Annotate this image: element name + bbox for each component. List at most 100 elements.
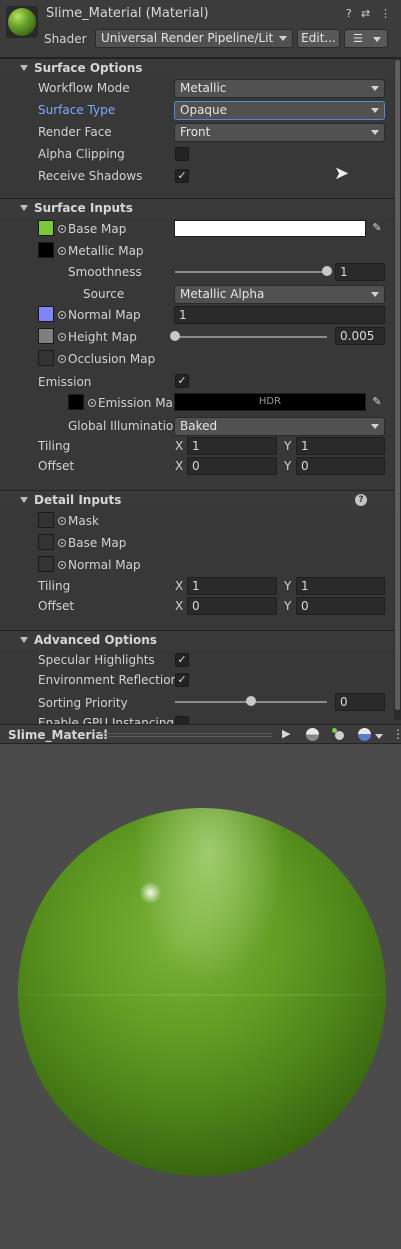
- sorting-priority-value-field[interactable]: 0: [335, 693, 385, 711]
- receive-shadows-label: Receive Shadows: [38, 169, 143, 183]
- section-title: Surface Options: [34, 61, 143, 75]
- gpu-instancing-label: Enable GPU Instancing: [38, 716, 175, 724]
- smoothness-slider-handle[interactable]: [322, 266, 332, 276]
- tiling-x-label: X: [175, 439, 184, 453]
- height-value-field[interactable]: 0.005: [335, 327, 385, 345]
- source-dropdown[interactable]: Metallic Alpha: [174, 285, 385, 304]
- environment-reflections-checkbox[interactable]: ✓: [175, 673, 189, 687]
- foldout-arrow-icon: [20, 65, 28, 71]
- more-options-icon[interactable]: ⋮: [392, 727, 401, 741]
- receive-shadows-checkbox[interactable]: ✓: [175, 169, 189, 183]
- shader-dropdown[interactable]: Universal Render Pipeline/Lit: [95, 29, 293, 48]
- edit-shader-button[interactable]: Edit...: [297, 29, 340, 48]
- object-picker-icon[interactable]: [58, 355, 66, 363]
- specular-highlights-label: Specular Highlights: [38, 653, 155, 667]
- height-map-texture-slot[interactable]: [38, 328, 54, 344]
- surface-type-dropdown[interactable]: Opaque: [174, 101, 385, 120]
- detail-tiling-x-label: X: [175, 579, 184, 593]
- help-icon[interactable]: ?: [346, 7, 352, 20]
- preview-toolbar: Slime_Material ▶ ⋮: [0, 724, 401, 744]
- help-icon[interactable]: ?: [355, 494, 367, 506]
- shader-label: Shader: [44, 32, 87, 46]
- more-options-icon[interactable]: ⋮: [380, 7, 391, 20]
- detail-tiling-x-field[interactable]: 1: [187, 577, 277, 595]
- sphere-mesh-icon[interactable]: [306, 728, 319, 741]
- offset-y-field[interactable]: 0: [296, 457, 385, 475]
- global-illumination-value: Baked: [180, 419, 218, 433]
- gpu-instancing-row: Enable GPU Instancing: [0, 712, 394, 724]
- surface-options-foldout[interactable]: Surface Options: [0, 58, 394, 78]
- detail-inputs-foldout[interactable]: Detail Inputs: [0, 490, 394, 510]
- smoothness-value-field[interactable]: 1: [335, 263, 385, 281]
- chevron-down-icon: [279, 36, 287, 41]
- skybox-icon[interactable]: [358, 728, 371, 741]
- surface-inputs-foldout[interactable]: Surface Inputs: [0, 198, 394, 218]
- specular-highlights-checkbox[interactable]: ✓: [175, 653, 189, 667]
- height-slider-handle[interactable]: [170, 331, 180, 341]
- play-icon[interactable]: ▶: [282, 727, 290, 740]
- tiling-y-label: Y: [284, 439, 292, 453]
- tiling-y-field[interactable]: 1: [296, 437, 385, 455]
- object-picker-icon[interactable]: [58, 561, 66, 569]
- emission-map-texture-slot[interactable]: [68, 394, 84, 410]
- material-thumbnail: [6, 6, 38, 38]
- object-picker-icon[interactable]: [58, 247, 66, 255]
- eyedropper-icon[interactable]: ✎: [369, 220, 385, 236]
- sorting-priority-label: Sorting Priority: [38, 696, 128, 710]
- presets-icon[interactable]: ⇄: [361, 7, 370, 20]
- emission-hdr-color-field[interactable]: HDR: [174, 393, 366, 411]
- object-picker-icon[interactable]: [58, 311, 66, 319]
- detail-base-map-label: Base Map: [68, 536, 127, 550]
- object-picker-icon[interactable]: [58, 539, 66, 547]
- gpu-instancing-checkbox[interactable]: [175, 716, 189, 724]
- offset-label: Offset: [38, 459, 75, 473]
- base-map-color-field[interactable]: [174, 220, 366, 237]
- light-toggle-icon[interactable]: [332, 728, 346, 742]
- sphere-reflection-band: [18, 994, 386, 996]
- occlusion-map-texture-slot[interactable]: [38, 350, 54, 366]
- detail-normal-map-texture-slot[interactable]: [38, 556, 54, 572]
- chevron-down-icon: [371, 424, 379, 429]
- emission-map-label: Emission Map: [98, 396, 181, 410]
- object-picker-icon[interactable]: [58, 517, 66, 525]
- metallic-map-texture-slot[interactable]: [38, 242, 54, 258]
- workflow-mode-dropdown[interactable]: Metallic: [174, 79, 385, 98]
- normal-map-texture-slot[interactable]: [38, 306, 54, 322]
- tiling-x-field[interactable]: 1: [187, 437, 277, 455]
- list-icon: ☰: [353, 32, 363, 45]
- detail-mask-texture-slot[interactable]: [38, 512, 54, 528]
- detail-offset-y-label: Y: [284, 599, 292, 613]
- detail-base-map-texture-slot[interactable]: [38, 534, 54, 550]
- render-face-value: Front: [180, 125, 211, 139]
- emission-checkbox[interactable]: ✓: [175, 374, 189, 388]
- global-illumination-dropdown[interactable]: Baked: [174, 417, 385, 436]
- sorting-priority-slider-handle[interactable]: [246, 696, 256, 706]
- section-title: Advanced Options: [34, 633, 157, 647]
- material-preview-viewport[interactable]: [0, 744, 401, 1249]
- detail-tiling-label: Tiling: [38, 579, 71, 593]
- object-picker-icon[interactable]: [88, 399, 96, 407]
- advanced-options-foldout[interactable]: Advanced Options: [0, 630, 394, 650]
- preview-drag-handle[interactable]: [100, 733, 272, 737]
- scrollbar-thumb[interactable]: [395, 60, 400, 710]
- normal-map-scale-field[interactable]: 1: [174, 306, 385, 324]
- detail-tiling-y-label: Y: [284, 579, 292, 593]
- base-map-texture-slot[interactable]: [38, 220, 54, 236]
- chevron-down-icon[interactable]: [375, 734, 383, 739]
- render-face-dropdown[interactable]: Front: [174, 123, 385, 142]
- shader-menu-button[interactable]: ☰: [344, 29, 388, 48]
- detail-offset-y-field[interactable]: 0: [296, 597, 385, 615]
- detail-offset-x-field[interactable]: 0: [187, 597, 277, 615]
- detail-tiling-y-field[interactable]: 1: [296, 577, 385, 595]
- smoothness-slider-track[interactable]: [175, 271, 327, 273]
- detail-offset-label: Offset: [38, 599, 75, 613]
- height-slider-track[interactable]: [175, 336, 327, 338]
- eyedropper-icon[interactable]: ✎: [369, 394, 385, 410]
- object-picker-icon[interactable]: [58, 333, 66, 341]
- alpha-clipping-checkbox[interactable]: [175, 147, 189, 161]
- object-picker-icon[interactable]: [58, 225, 66, 233]
- chevron-down-icon: [371, 130, 379, 135]
- alpha-clipping-label: Alpha Clipping: [38, 147, 125, 161]
- global-illumination-label: Global Illumination: [68, 419, 181, 433]
- offset-x-field[interactable]: 0: [187, 457, 277, 475]
